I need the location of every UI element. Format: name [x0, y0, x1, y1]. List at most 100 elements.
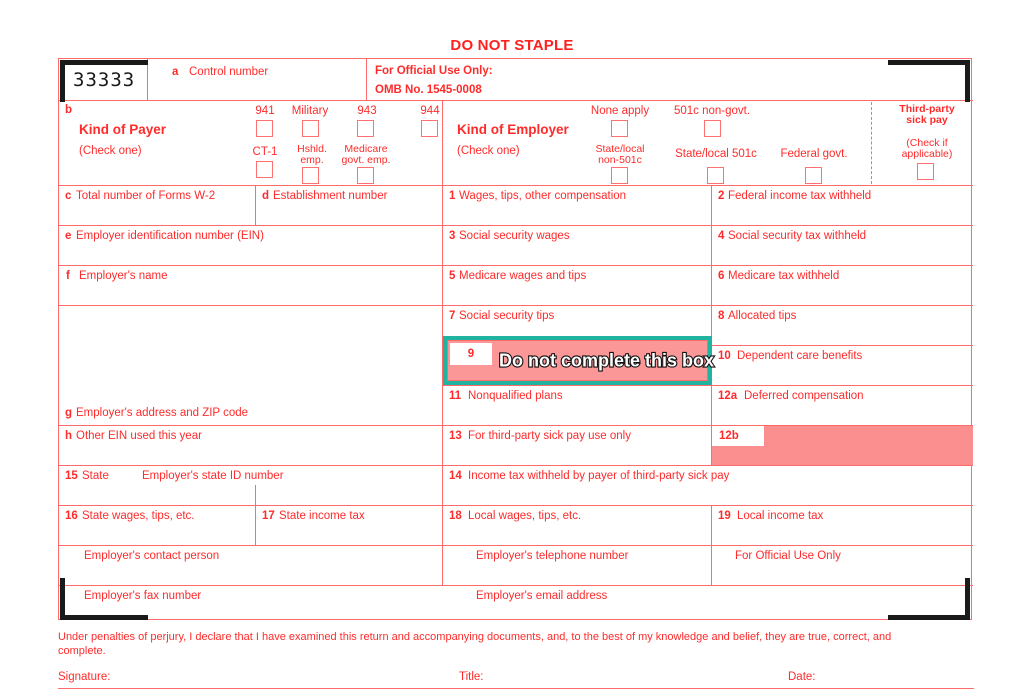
- checkbox-944[interactable]: [421, 120, 438, 137]
- box-14-label: Income tax withheld by payer of third-pa…: [468, 470, 730, 482]
- box-10-label: Dependent care benefits: [737, 350, 863, 362]
- signature-rule: [58, 688, 974, 689]
- box-10-number: 10: [718, 350, 731, 362]
- employer-contact-person-label: Employer's contact person: [84, 550, 220, 562]
- vline-dashed-thirdparty: [871, 102, 872, 184]
- rule-header-bottom: [59, 100, 973, 101]
- box-3-label: Social security wages: [459, 230, 570, 242]
- vline-boxes-upper: [711, 185, 712, 345]
- box-13-number: 13: [449, 430, 462, 442]
- rule-row8: [59, 505, 973, 506]
- checkbox-federal-govt[interactable]: [805, 167, 822, 184]
- third-party-title-line2: sick pay: [906, 114, 948, 126]
- box-8-label: Allocated tips: [728, 310, 797, 322]
- box-7-label: Social security tips: [459, 310, 555, 322]
- do-not-staple-heading: DO NOT STAPLE: [450, 37, 574, 54]
- rule-row2: [59, 265, 973, 266]
- control-number-value: 33333: [73, 69, 136, 91]
- checkbox-third-party-sick-pay[interactable]: [917, 163, 934, 180]
- rule-row3: [59, 305, 973, 306]
- form-body: 33333 a Control number For Official Use …: [58, 58, 973, 620]
- box-19-label: Local income tax: [737, 510, 824, 522]
- vline-c-d-split: [255, 185, 256, 225]
- date-label: Date:: [788, 671, 816, 683]
- field-h-letter: h: [65, 430, 73, 442]
- checkbox-501c-non-govt[interactable]: [704, 120, 721, 137]
- employer-email-label: Employer's email address: [476, 590, 608, 602]
- box-12b-number: 12b: [712, 426, 764, 446]
- employer-fax-label: Employer's fax number: [84, 590, 202, 602]
- field-d-letter: d: [262, 190, 270, 202]
- field-g-label: Employer's address and ZIP code: [76, 407, 249, 419]
- rule-row9: [59, 545, 973, 546]
- third-party-subtitle-line2: applicable): [901, 148, 953, 160]
- box-9-highlight-annotation: 9 Do not complete this box: [443, 336, 715, 385]
- box-18-number: 18: [449, 510, 462, 522]
- box-11-label: Nonqualified plans: [468, 390, 563, 402]
- checkbox-military[interactable]: [302, 120, 319, 137]
- checkbox-medicare-govt-emp[interactable]: [357, 167, 374, 184]
- checkbox-state-local-non-501c[interactable]: [611, 167, 628, 184]
- title-label: Title:: [459, 671, 484, 683]
- box-9-number: 9: [450, 343, 492, 365]
- box-6-number: 6: [718, 270, 725, 282]
- field-c-letter: c: [65, 190, 72, 202]
- box-16-label: State wages, tips, etc.: [82, 510, 195, 522]
- rule-row7: [59, 465, 973, 466]
- box-17-label: State income tax: [279, 510, 365, 522]
- official-use-line1: For Official Use Only:: [375, 65, 493, 77]
- field-h-label: Other EIN used this year: [76, 430, 202, 442]
- rule-row5-right: [442, 385, 973, 386]
- checkbox-ct1[interactable]: [256, 161, 273, 178]
- box-18-label: Local wages, tips, etc.: [468, 510, 582, 522]
- field-g-letter: g: [65, 407, 73, 419]
- box-15-label: State: [82, 470, 109, 482]
- box-12a-number: 12a: [718, 390, 738, 402]
- signature-label: Signature:: [58, 671, 111, 683]
- kind-of-employer-subtitle: (Check one): [457, 145, 520, 157]
- employer-telephone-label: Employer's telephone number: [476, 550, 629, 562]
- field-d-label: Establishment number: [273, 190, 388, 202]
- perjury-statement: Under penalties of perjury, I declare th…: [58, 630, 974, 658]
- box-2-label: Federal income tax withheld: [728, 190, 872, 202]
- vline-header-mid: [366, 59, 367, 100]
- checkbox-state-local-501c[interactable]: [707, 167, 724, 184]
- box-14-number: 14: [449, 470, 462, 482]
- payer-option-medicare-line2: govt. emp.: [341, 154, 391, 166]
- payer-option-944-label: 944: [420, 105, 440, 117]
- field-e-letter: e: [65, 230, 72, 242]
- box-6-label: Medicare tax withheld: [728, 270, 840, 282]
- box-1-number: 1: [449, 190, 456, 202]
- employer-option-501c-nongovt-label: 501c non-govt.: [673, 105, 751, 117]
- box-4-number: 4: [718, 230, 725, 242]
- kind-of-payer-letter: b: [65, 104, 73, 116]
- box-5-number: 5: [449, 270, 456, 282]
- control-number-label: Control number: [189, 66, 269, 78]
- official-use-line2: OMB No. 1545-0008: [375, 84, 482, 96]
- for-official-use-only-label: For Official Use Only: [735, 550, 841, 562]
- field-e-label: Employer identification number (EIN): [76, 230, 264, 242]
- rule-row10: [59, 585, 973, 586]
- field-f-label: Employer's name: [79, 270, 168, 282]
- box-17-number: 17: [262, 510, 275, 522]
- box-12a-label: Deferred compensation: [744, 390, 864, 402]
- box-5-label: Medicare wages and tips: [459, 270, 587, 282]
- checkbox-943[interactable]: [357, 120, 374, 137]
- checkbox-none-apply[interactable]: [611, 120, 628, 137]
- kind-of-employer-title: Kind of Employer: [457, 122, 569, 137]
- kind-of-payer-subtitle: (Check one): [79, 145, 142, 157]
- employer-state-id-label: Employer's state ID number: [142, 470, 284, 482]
- do-not-complete-this-box-text: Do not complete this box: [498, 349, 715, 371]
- checkbox-hshld-emp[interactable]: [302, 167, 319, 184]
- box-7-number: 7: [449, 310, 456, 322]
- w3-form-page: DO NOT STAPLE 33333 a Control number For…: [0, 0, 1024, 694]
- employer-option-federal-govt-label: Federal govt.: [780, 148, 848, 160]
- kind-of-payer-title: Kind of Payer: [79, 122, 167, 137]
- box-13-label: For third-party sick pay use only: [468, 430, 631, 442]
- vline-state-id: [255, 485, 256, 505]
- field-f-letter: f: [66, 270, 70, 282]
- checkbox-941[interactable]: [256, 120, 273, 137]
- box-4-label: Social security tax withheld: [728, 230, 867, 242]
- vline-ctrl-right: [147, 59, 148, 100]
- perjury-statement-line2: complete.: [58, 645, 106, 657]
